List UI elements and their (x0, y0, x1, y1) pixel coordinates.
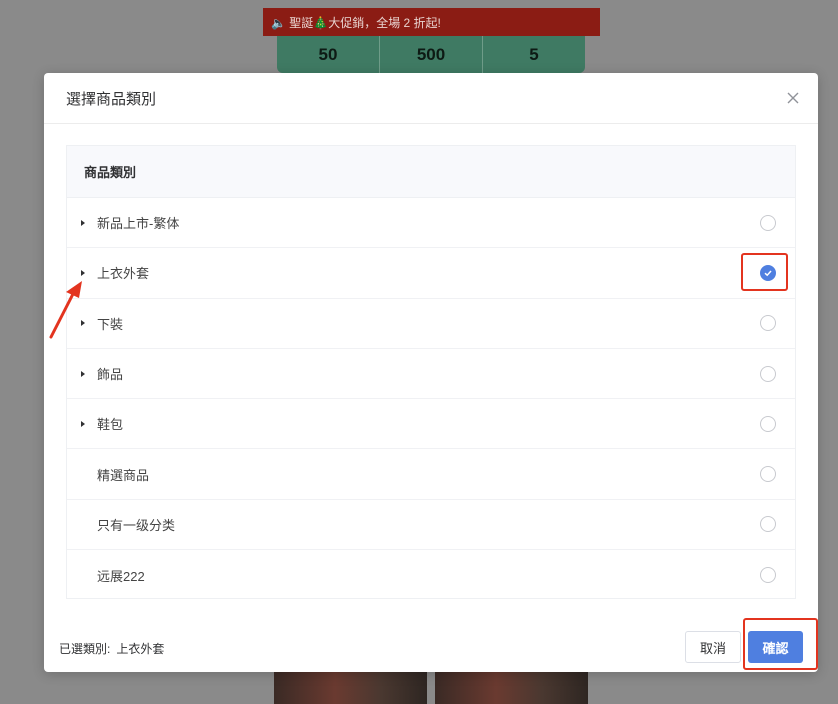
selected-value: 上衣外套 (116, 642, 165, 656)
stat-value: 50 (277, 36, 380, 73)
close-icon[interactable] (784, 89, 802, 107)
annotation-highlight-confirm (743, 618, 818, 670)
category-label: 下裝 (97, 316, 124, 332)
category-label: 上衣外套 (97, 266, 150, 282)
selected-label: 已選類別: (59, 642, 111, 656)
annotation-highlight-checkbox (741, 253, 788, 291)
stat-value: 500 (380, 36, 483, 73)
category-label: 飾品 (97, 367, 124, 383)
caret-right-icon[interactable] (79, 269, 87, 277)
annotation-arrow-icon (49, 281, 82, 339)
stat-value: 5 (529, 44, 539, 64)
category-row[interactable]: 飾品 (67, 349, 795, 400)
radio-icon[interactable] (760, 567, 776, 584)
product-thumbnail (274, 672, 427, 704)
cancel-button[interactable]: 取消 (685, 631, 741, 663)
category-row[interactable]: 鞋包 (67, 399, 795, 450)
selected-category-summary: 已選類別: 上衣外套 (59, 640, 164, 657)
caret-right-icon[interactable] (79, 219, 87, 227)
category-row[interactable]: 只有一级分类 (67, 500, 795, 551)
table-header: 商品類別 (67, 146, 795, 198)
radio-icon[interactable] (760, 415, 776, 432)
stats-bar: 50 500 5 (277, 36, 585, 73)
radio-icon[interactable] (760, 365, 776, 382)
radio-icon[interactable] (760, 516, 776, 533)
product-thumbnail (435, 672, 588, 704)
dialog-title: 選擇商品類別 (66, 91, 157, 108)
category-label: 精選商品 (97, 467, 150, 483)
category-row[interactable]: 新品上市-繁体 (67, 198, 795, 249)
caret-right-icon[interactable] (79, 370, 87, 378)
caret-right-icon[interactable] (79, 420, 87, 428)
category-label: 新品上市-繁体 (97, 216, 180, 232)
radio-icon[interactable] (760, 214, 776, 231)
promo-banner: 🔈 聖誕🎄大促銷，全場 2 折起! (263, 8, 600, 36)
category-row[interactable]: 上衣外套 (67, 248, 795, 299)
radio-icon[interactable] (760, 466, 776, 483)
dialog-header: 選擇商品類別 (44, 73, 818, 124)
category-label: 只有一级分类 (97, 517, 176, 533)
category-row[interactable]: 下裝 (67, 299, 795, 349)
category-row[interactable]: 远展222 (67, 550, 795, 600)
category-row[interactable]: 精選商品 (67, 449, 795, 500)
radio-icon[interactable] (760, 315, 776, 332)
column-header-category: 商品類別 (84, 165, 137, 180)
category-table: 商品類別 新品上市-繁体 上衣外套下裝飾品鞋包精選商品只有一级分类 远展222 (66, 145, 796, 599)
category-label: 远展222 (97, 568, 145, 584)
category-select-dialog: 選擇商品類別 商品類別 新品上市-繁体 上衣外套 下裝 飾品 鞋包 精選商品 只有一级分类远… (44, 73, 818, 672)
category-label: 鞋包 (97, 417, 124, 433)
